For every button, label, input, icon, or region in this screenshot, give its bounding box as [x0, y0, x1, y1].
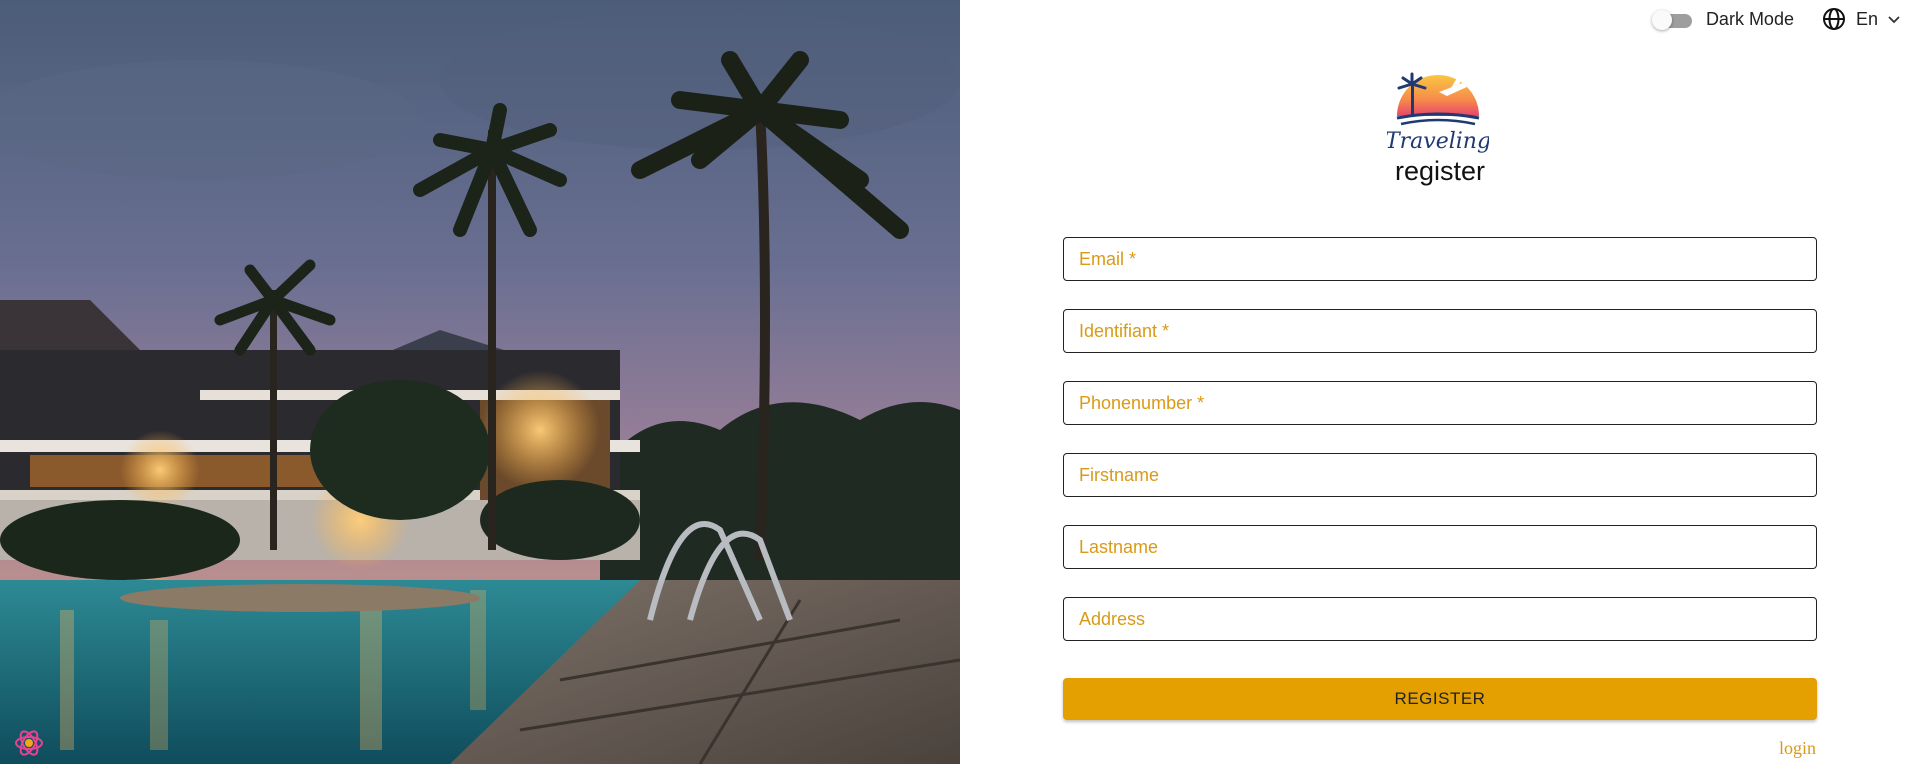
field-label: Identifiant * [1079, 320, 1170, 341]
field-label: Email * [1079, 248, 1137, 269]
field-label: Lastname [1079, 536, 1159, 557]
field-label: Firstname [1079, 464, 1160, 485]
address-field[interactable]: Address [1063, 597, 1817, 641]
register-button[interactable]: REGISTER [1063, 678, 1817, 720]
traveling-logo: Traveling [1385, 64, 1491, 156]
dark-mode-label: Dark Mode [1705, 8, 1794, 29]
hero-resort-photo [0, 0, 960, 764]
dark-mode-switch[interactable] [1651, 8, 1694, 30]
globe-icon [1822, 7, 1846, 31]
page-title: register [1394, 156, 1486, 186]
app-badge-icon[interactable] [14, 728, 44, 758]
switch-thumb [1651, 10, 1672, 30]
login-link[interactable]: login [1779, 738, 1816, 759]
top-toolbar: Dark Mode En [1651, 6, 1910, 32]
logo-text: Traveling [1387, 129, 1489, 154]
firstname-field[interactable]: Firstname [1063, 453, 1817, 497]
field-label: Address [1079, 608, 1146, 629]
phonenumber-field[interactable]: Phonenumber * [1063, 381, 1817, 425]
register-panel: Dark Mode En Traveling register Email * … [960, 0, 1910, 764]
email-field[interactable]: Email * [1063, 237, 1817, 281]
lastname-field[interactable]: Lastname [1063, 525, 1817, 569]
language-code: En [1855, 8, 1878, 29]
language-selector[interactable]: En [1822, 7, 1902, 31]
field-label: Phonenumber * [1079, 392, 1205, 413]
chevron-down-icon [1886, 11, 1902, 27]
identifiant-field[interactable]: Identifiant * [1063, 309, 1817, 353]
